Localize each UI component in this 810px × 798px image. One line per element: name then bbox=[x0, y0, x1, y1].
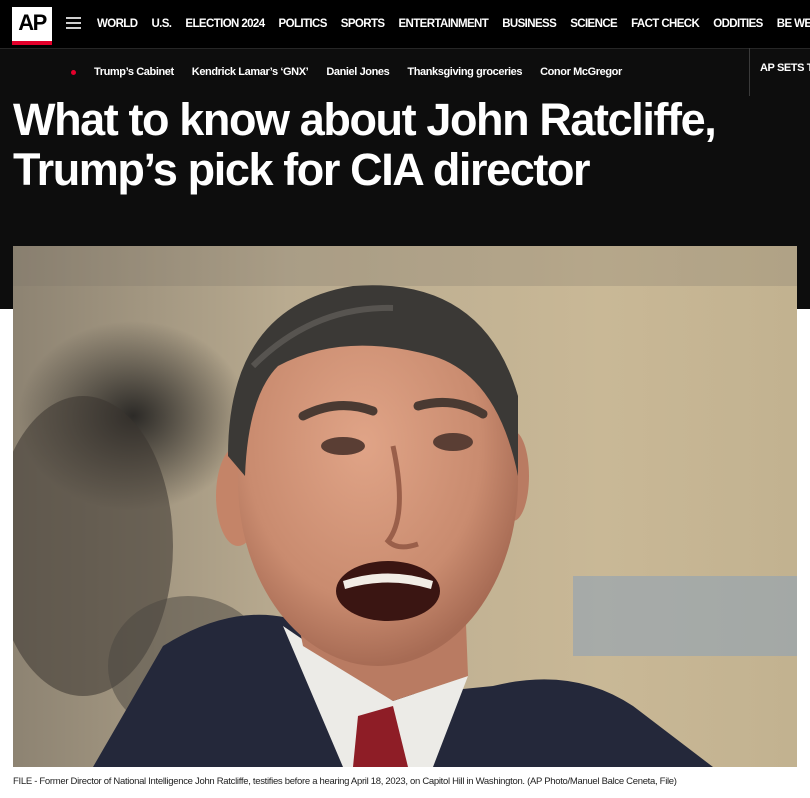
article-headline: What to know about John Ratcliffe, Trump… bbox=[13, 95, 803, 195]
nav-be-well[interactable]: BE WELL bbox=[777, 0, 810, 48]
topic-link[interactable]: Trump’s Cabinet bbox=[94, 49, 174, 95]
logo-text: AP bbox=[18, 10, 47, 35]
nav-science[interactable]: SCIENCE bbox=[570, 0, 618, 48]
lead-photo[interactable] bbox=[13, 246, 797, 767]
topic-links: Trump’s Cabinet Kendrick Lamar’s ‘GNX’ Dan… bbox=[94, 49, 640, 95]
ap-logo[interactable]: AP bbox=[12, 7, 52, 45]
hamburger-menu-icon[interactable] bbox=[66, 17, 81, 30]
topic-link[interactable]: Thanksgiving groceries bbox=[407, 49, 522, 95]
trending-topics-bar: Trump’s Cabinet Kendrick Lamar’s ‘GNX’ Dan… bbox=[0, 48, 810, 94]
nav-entertainment[interactable]: ENTERTAINMENT bbox=[398, 0, 488, 48]
nav-oddities[interactable]: ODDITIES bbox=[713, 0, 763, 48]
nav-business[interactable]: BUSINESS bbox=[502, 0, 557, 48]
portrait-illustration bbox=[13, 246, 797, 767]
nav-election-2024[interactable]: ELECTION 2024 bbox=[185, 0, 265, 48]
promo-link[interactable]: AP SETS TH bbox=[760, 48, 810, 88]
headline-line-2: Trump’s pick for CIA director bbox=[13, 144, 591, 195]
nav-politics[interactable]: POLITICS bbox=[279, 0, 328, 48]
topic-link[interactable]: Conor McGregor bbox=[540, 49, 622, 95]
headline-line-1: What to know about John Ratcliffe, bbox=[13, 94, 717, 145]
nav-world[interactable]: WORLD bbox=[97, 0, 138, 48]
promo-divider bbox=[749, 48, 750, 96]
photo-caption: FILE - Former Director of National Intel… bbox=[13, 776, 677, 787]
topic-link[interactable]: Kendrick Lamar’s ‘GNX’ bbox=[192, 49, 309, 95]
live-dot-icon bbox=[71, 70, 76, 75]
nav-us[interactable]: U.S. bbox=[151, 0, 172, 48]
nav-sports[interactable]: SPORTS bbox=[341, 0, 385, 48]
top-navigation: AP WORLD U.S. ELECTION 2024 POLITICS SPORTS E… bbox=[0, 0, 810, 48]
logo-red-bar bbox=[12, 41, 52, 45]
main-nav: WORLD U.S. ELECTION 2024 POLITICS SPORTS ENTE… bbox=[97, 0, 810, 48]
topic-link[interactable]: Daniel Jones bbox=[326, 49, 389, 95]
nav-fact-check[interactable]: FACT CHECK bbox=[631, 0, 700, 48]
